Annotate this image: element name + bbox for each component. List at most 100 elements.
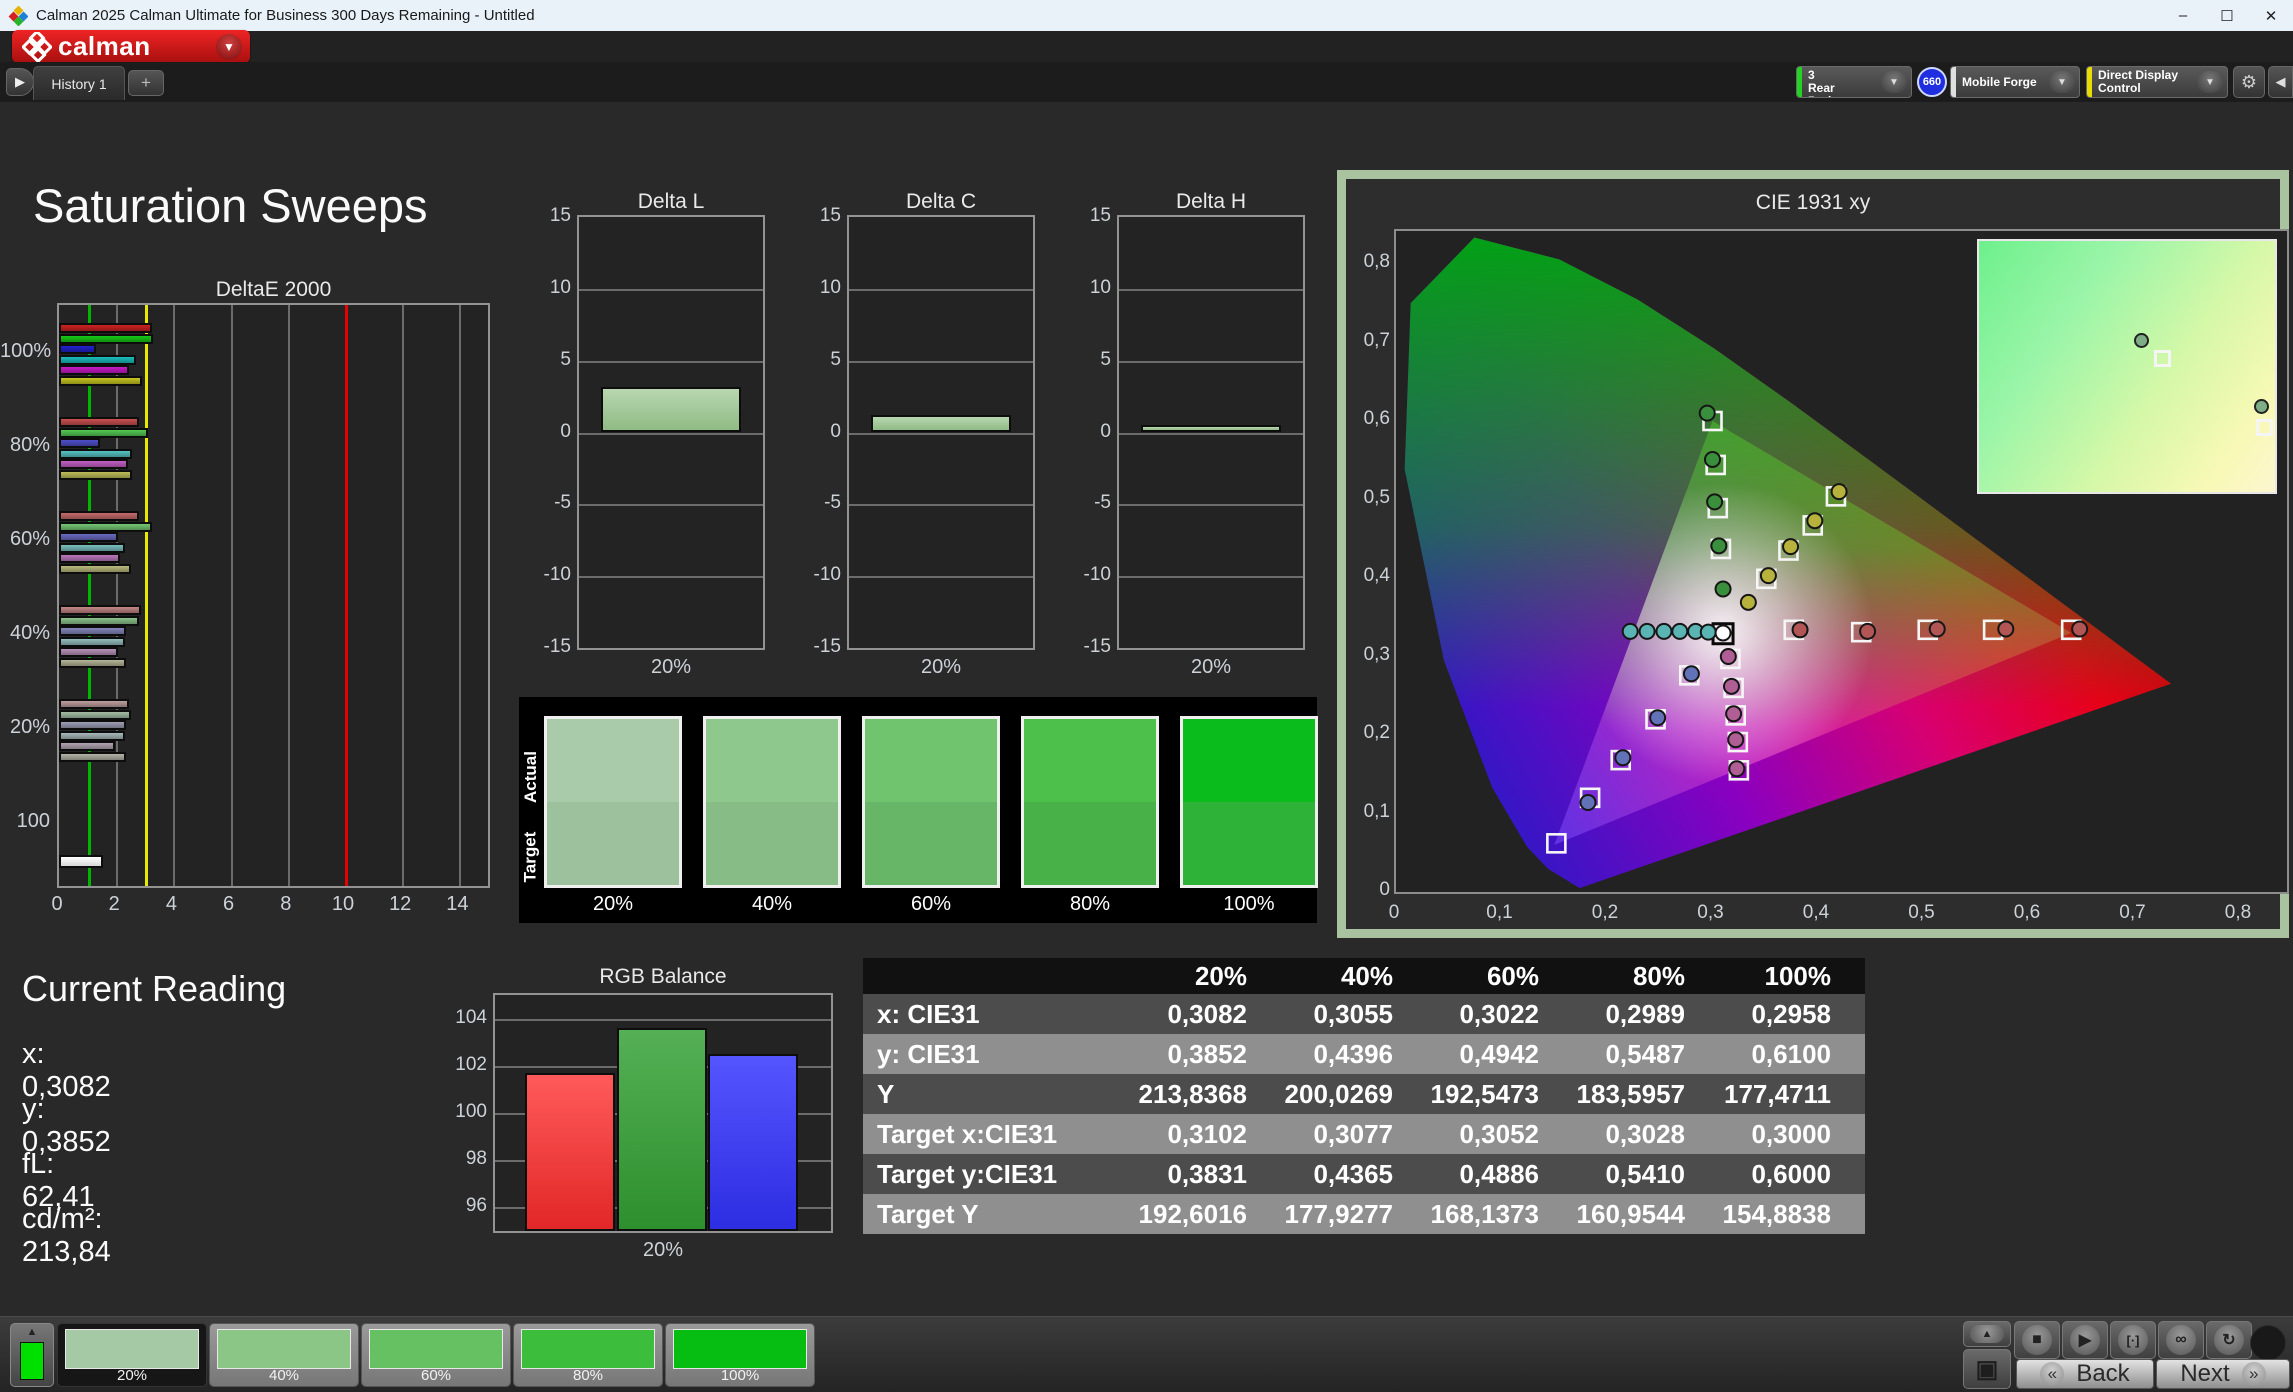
x-tick-label: 0 — [1388, 902, 1400, 923]
deltae-bar — [59, 438, 101, 448]
table-cell: 0,4942 — [1459, 1038, 1539, 1069]
chevron-down-icon[interactable]: ▼ — [2197, 71, 2223, 93]
close-button[interactable]: ✕ — [2249, 0, 2293, 31]
maximize-button[interactable]: ☐ — [2205, 0, 2249, 31]
table-cell: 192,6016 — [1138, 1198, 1247, 1229]
measured-point-white — [1714, 624, 1732, 642]
column-header: 100% — [1719, 958, 1865, 994]
deltae-bar — [59, 344, 97, 354]
deltae-bar — [59, 605, 141, 615]
table-cell: 0,3000 — [1751, 1118, 1831, 1149]
refresh-icon[interactable]: ↻ — [2206, 1321, 2252, 1359]
delta-h-chart-title: Delta H — [1175, 190, 1247, 213]
meter-sync-badge[interactable]: 660 — [1917, 67, 1947, 97]
patch-tile-label: 60% — [420, 1367, 452, 1384]
y-tick-label: 0,2 — [1363, 722, 1390, 743]
y-tick-label: 10 — [819, 276, 841, 298]
source-name: Mobile Forge — [1962, 74, 2037, 89]
rgb-balance-chart: 104 102 100 98 96 20% — [455, 993, 833, 1261]
table-cell: 160,9544 — [1576, 1198, 1685, 1229]
y-tick-label: -10 — [813, 564, 841, 586]
display-device-dropdown[interactable]: Direct Display Control ▼ — [2086, 66, 2228, 98]
meter-device-dropdown[interactable]: X-Rite i1Pro 3 Rear Projector ▼ — [1796, 66, 1912, 98]
y-tick-label: 100 — [16, 810, 50, 832]
play-icon[interactable]: ▶ — [2062, 1321, 2108, 1359]
gear-icon[interactable]: ⚙ — [2233, 66, 2265, 98]
collapse-panel-icon[interactable]: ◀ — [2268, 66, 2293, 98]
y-tick-label: 98 — [465, 1148, 487, 1170]
column-header — [863, 958, 1135, 994]
y-tick-label: -5 — [824, 492, 841, 514]
source-device-dropdown[interactable]: Mobile Forge ▼ — [1950, 66, 2080, 98]
target-swatch — [1183, 802, 1315, 885]
loop-icon[interactable]: ∞ — [2158, 1321, 2204, 1359]
target-swatch — [1024, 802, 1156, 885]
patch-window-button[interactable]: ▲ — [10, 1323, 54, 1387]
swatch-percent-label: 100% — [1223, 893, 1275, 915]
chevron-down-icon[interactable]: ▼ — [1881, 71, 1907, 93]
swatch-column — [1021, 716, 1159, 888]
measured-point-green — [1706, 493, 1724, 511]
measured-point-green — [1710, 537, 1728, 555]
tab-history-1[interactable]: History 1 — [33, 66, 125, 100]
measurement-table: 20% 40% 60% 80% 100% x: CIE31 0,3082 0,3055 0,30… — [863, 958, 1865, 1234]
table-cell: 0,3102 — [1167, 1118, 1247, 1149]
y-tick-label: 10 — [1089, 276, 1111, 298]
interval-icon[interactable]: [·] — [2110, 1321, 2156, 1359]
gridline — [1119, 504, 1303, 507]
y-tick-label: -10 — [1083, 564, 1111, 586]
patch-tile-60%[interactable]: 60% — [361, 1323, 511, 1387]
table-cell: 200,0269 — [1284, 1078, 1393, 1109]
table-row: Target x:CIE31 0,3102 0,3077 0,3052 0,3028 0,… — [863, 1114, 1865, 1154]
delta-c-chart-title: Delta C — [905, 190, 977, 213]
stop-icon: ■ — [2022, 1325, 2052, 1355]
patch-tile-label: 40% — [268, 1367, 300, 1384]
stop-icon[interactable]: ■ — [2014, 1321, 2060, 1359]
calman-logo-text: calman — [58, 31, 151, 61]
next-button[interactable]: Next » — [2156, 1359, 2290, 1389]
inset-target-square — [2255, 418, 2273, 436]
table-cell: 0,3055 — [1313, 998, 1393, 1029]
reference-line — [87, 305, 91, 886]
deltae-bar — [59, 699, 130, 709]
y-tick-label: 0,7 — [1363, 329, 1390, 351]
eject-icon[interactable]: ▲ — [1963, 1321, 2011, 1347]
y-tick-label: 40% — [9, 622, 50, 644]
row-label: Target y:CIE31 — [877, 1158, 1058, 1189]
refresh-icon: ↻ — [2214, 1325, 2244, 1355]
patch-tile-80%[interactable]: 80% — [513, 1323, 663, 1387]
session-play-icon[interactable]: ▶ — [6, 68, 34, 96]
table-cell: 0,5487 — [1605, 1038, 1685, 1069]
rgb-balance-chart-title: RGB Balance — [599, 965, 727, 988]
deltae-bar — [59, 751, 127, 762]
measured-point-cyan — [1621, 622, 1639, 640]
swatch-column — [703, 716, 841, 888]
deltae-bar — [59, 720, 127, 730]
gridline — [579, 504, 763, 507]
y-tick-label: -10 — [543, 564, 571, 586]
calman-menu-button[interactable]: calman ▼ — [12, 30, 250, 63]
chevron-down-icon[interactable]: ▼ — [216, 33, 242, 60]
deltae-bar — [59, 563, 131, 574]
y-tick-label: -5 — [1094, 492, 1111, 514]
x-tick-label: 0,5 — [1908, 902, 1935, 923]
measured-point-blue — [1649, 709, 1667, 727]
chevron-down-icon[interactable]: ▼ — [2049, 71, 2075, 93]
x-tick-label: 0,3 — [1697, 902, 1724, 923]
gridline — [1119, 360, 1303, 363]
patch-tile-20%[interactable]: 20% — [57, 1323, 207, 1387]
add-tab-button[interactable]: + — [128, 70, 164, 96]
patch-tile-40%[interactable]: 40% — [209, 1323, 359, 1387]
pattern-window-button[interactable]: ▣ — [1963, 1349, 2011, 1389]
swatch-column — [1180, 716, 1318, 888]
actual-swatch — [547, 719, 679, 802]
minimize-button[interactable]: – — [2161, 0, 2205, 31]
gridline — [116, 305, 119, 886]
y-tick-label: 0,5 — [1363, 486, 1390, 508]
row-label: Target x:CIE31 — [877, 1118, 1058, 1149]
table-cell: 0,5410 — [1605, 1158, 1685, 1189]
patch-tile-100%[interactable]: 100% — [665, 1323, 815, 1387]
table-row: y: CIE31 0,3852 0,4396 0,4942 0,5487 0,6100 — [863, 1034, 1865, 1074]
back-button[interactable]: « Back — [2016, 1359, 2154, 1389]
inset-target-square — [2153, 349, 2171, 367]
